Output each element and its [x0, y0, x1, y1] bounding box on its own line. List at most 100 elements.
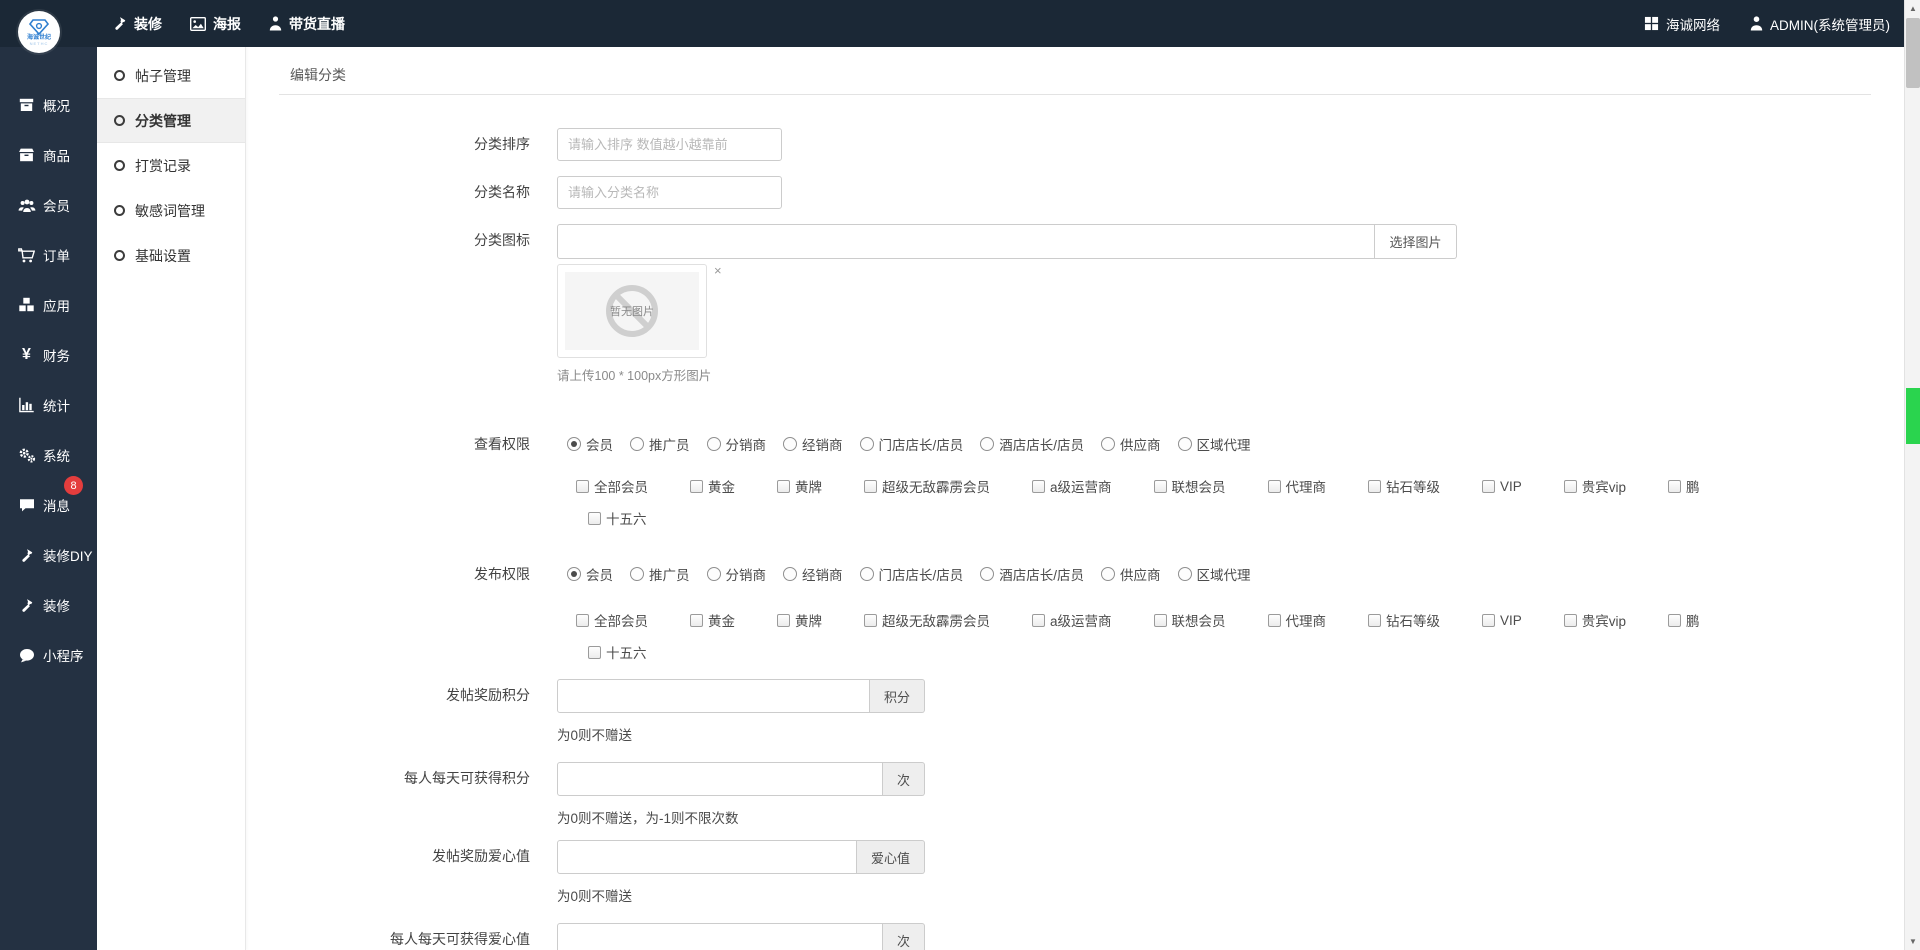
checkbox-icon[interactable] [588, 511, 601, 525]
checkbox-icon[interactable] [1668, 479, 1682, 493]
radio-option[interactable]: 供应商 [1101, 564, 1161, 584]
checkbox-option[interactable]: 黄牌 [777, 610, 822, 630]
checkbox-option[interactable]: 十五六 [588, 508, 647, 528]
radio-icon[interactable] [783, 437, 797, 451]
radio-icon[interactable] [859, 567, 874, 581]
radio-option[interactable]: 推广员 [630, 564, 690, 584]
checkbox-icon[interactable] [1267, 479, 1281, 493]
checkbox-icon[interactable] [1482, 613, 1496, 627]
radio-option[interactable]: 区域代理 [1177, 434, 1251, 454]
image-preview-box[interactable]: 暂无图片 [557, 264, 707, 358]
checkbox-option[interactable]: 全部会员 [576, 476, 648, 496]
checkbox-option[interactable]: 代理商 [1267, 610, 1326, 630]
daily-points-input[interactable] [557, 762, 883, 796]
checkbox-icon[interactable] [1267, 613, 1281, 627]
icon-url-input[interactable] [557, 224, 1375, 259]
checkbox-option[interactable]: 超级无敌霹雳会员 [864, 476, 990, 496]
radio-option[interactable]: 经销商 [783, 564, 843, 584]
checkbox-icon[interactable] [1153, 613, 1167, 627]
radio-option[interactable]: 会员 [567, 434, 613, 454]
checkbox-icon[interactable] [1368, 479, 1382, 493]
checkbox-icon[interactable] [576, 479, 589, 493]
submenu-item[interactable]: 基础设置 [97, 233, 245, 278]
checkbox-icon[interactable] [1668, 613, 1682, 627]
sidebar-item[interactable]: 装修 [0, 580, 97, 630]
name-input[interactable] [557, 176, 782, 209]
sidebar-item[interactable]: 系统 [0, 430, 97, 480]
checkbox-icon[interactable] [1482, 479, 1496, 493]
sidebar-item[interactable]: 消息 8 [0, 476, 97, 530]
submenu-item[interactable]: 打赏记录 [97, 143, 245, 188]
radio-option[interactable]: 区域代理 [1177, 564, 1251, 584]
radio-option[interactable]: 分销商 [706, 434, 766, 454]
checkbox-option[interactable]: 联想会员 [1153, 476, 1226, 496]
sidebar-item[interactable]: 应用 [0, 280, 97, 330]
sidebar-item[interactable]: 小程序 [0, 630, 97, 680]
radio-icon[interactable] [706, 437, 721, 451]
checkbox-option[interactable]: 钻石等级 [1368, 610, 1440, 630]
checkbox-option[interactable]: 贵宾vip [1563, 476, 1626, 496]
checkbox-icon[interactable] [1153, 479, 1167, 493]
sidebar-item[interactable]: 概况 [0, 80, 97, 130]
topbar-menu-item[interactable]: 装修 [112, 14, 162, 34]
topbar-right-item[interactable]: ADMIN(系统管理员) [1750, 14, 1890, 34]
radio-icon[interactable] [567, 567, 581, 581]
sidebar-item[interactable]: 商品 [0, 130, 97, 180]
checkbox-icon[interactable] [1032, 479, 1045, 493]
checkbox-option[interactable]: 鹏 [1668, 610, 1700, 630]
radio-icon[interactable] [706, 567, 721, 581]
checkbox-icon[interactable] [690, 479, 703, 493]
checkbox-option[interactable]: 黄金 [690, 610, 735, 630]
sidebar-item[interactable]: 订单 [0, 230, 97, 280]
radio-icon[interactable] [980, 437, 995, 451]
radio-option[interactable]: 门店店长/店员 [859, 434, 963, 454]
checkbox-icon[interactable] [1032, 613, 1045, 627]
checkbox-option[interactable]: 全部会员 [576, 610, 648, 630]
topbar-menu-item[interactable]: 海报 [190, 14, 241, 34]
checkbox-icon[interactable] [690, 613, 703, 627]
radio-option[interactable]: 经销商 [783, 434, 843, 454]
sidebar-item[interactable]: 会员 [0, 180, 97, 230]
radio-option[interactable]: 酒店店长/店员 [980, 564, 1084, 584]
checkbox-option[interactable]: 联想会员 [1153, 610, 1226, 630]
checkbox-option[interactable]: 黄金 [690, 476, 735, 496]
radio-option[interactable]: 推广员 [630, 434, 690, 454]
checkbox-icon[interactable] [864, 479, 877, 493]
radio-icon[interactable] [1101, 567, 1116, 581]
scroll-up-icon[interactable]: ▲ [1905, 0, 1920, 17]
radio-icon[interactable] [980, 567, 995, 581]
reward-love-input[interactable] [557, 840, 857, 874]
radio-icon[interactable] [859, 437, 874, 451]
radio-option[interactable]: 酒店店长/店员 [980, 434, 1084, 454]
checkbox-icon[interactable] [777, 479, 790, 493]
radio-option[interactable]: 会员 [567, 564, 613, 584]
checkbox-option[interactable]: 黄牌 [777, 476, 822, 496]
checkbox-option[interactable]: a级运营商 [1032, 610, 1112, 630]
radio-icon[interactable] [783, 567, 797, 581]
submenu-item[interactable]: 敏感词管理 [97, 188, 245, 233]
sidebar-item[interactable]: 统计 [0, 380, 97, 430]
checkbox-option[interactable]: 超级无敌霹雳会员 [864, 610, 990, 630]
checkbox-option[interactable]: 十五六 [588, 642, 647, 662]
sidebar-item[interactable]: 装修DIY [0, 530, 97, 580]
radio-icon[interactable] [567, 437, 581, 451]
topbar-menu-item[interactable]: 带货直播 [269, 14, 345, 34]
vertical-scrollbar[interactable]: ▲ ▼ [1904, 0, 1920, 950]
app-logo[interactable]: 海诚世纪 NETHC [18, 11, 60, 53]
radio-icon[interactable] [630, 567, 644, 581]
checkbox-icon[interactable] [777, 613, 790, 627]
radio-icon[interactable] [630, 437, 644, 451]
checkbox-option[interactable]: VIP [1482, 613, 1522, 628]
radio-option[interactable]: 门店店长/店员 [859, 564, 963, 584]
checkbox-icon[interactable] [1368, 613, 1382, 627]
checkbox-icon[interactable] [576, 613, 589, 627]
checkbox-option[interactable]: a级运营商 [1032, 476, 1112, 496]
scrollbar-green-indicator[interactable] [1906, 388, 1920, 444]
radio-option[interactable]: 供应商 [1101, 434, 1161, 454]
submenu-item[interactable]: 分类管理 [97, 98, 245, 143]
topbar-right-item[interactable]: 海诚网络 [1644, 14, 1720, 34]
checkbox-option[interactable]: 鹏 [1668, 476, 1700, 496]
daily-love-input[interactable] [557, 923, 883, 950]
checkbox-option[interactable]: 钻石等级 [1368, 476, 1440, 496]
pick-image-button[interactable]: 选择图片 [1375, 224, 1457, 259]
